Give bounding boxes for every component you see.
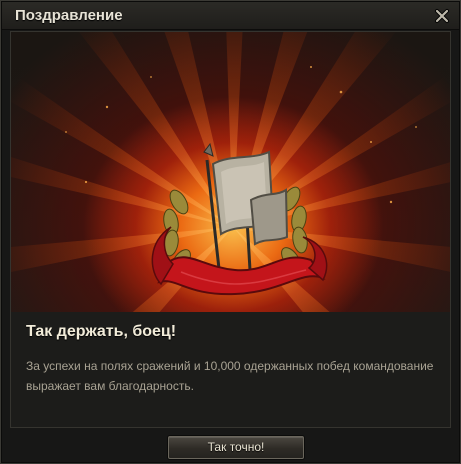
congratulation-dialog: Поздравление Так держать, боец! За успех… <box>0 0 461 464</box>
dialog-title: Поздравление <box>15 7 123 24</box>
victory-banner-laurel-emblem <box>151 142 328 296</box>
achievement-banner <box>11 32 450 312</box>
close-icon[interactable] <box>433 7 451 25</box>
dialog-content: Так держать, боец! За успехи на полях ср… <box>10 31 451 428</box>
confirm-button[interactable]: Так точно! <box>168 436 304 459</box>
message-heading: Так держать, боец! <box>26 323 177 340</box>
dialog-footer: Так точно! <box>2 429 459 464</box>
message-body: За успехи на полях сражений и 10,000 оде… <box>26 359 434 393</box>
dialog-titlebar[interactable]: Поздравление <box>2 2 459 30</box>
